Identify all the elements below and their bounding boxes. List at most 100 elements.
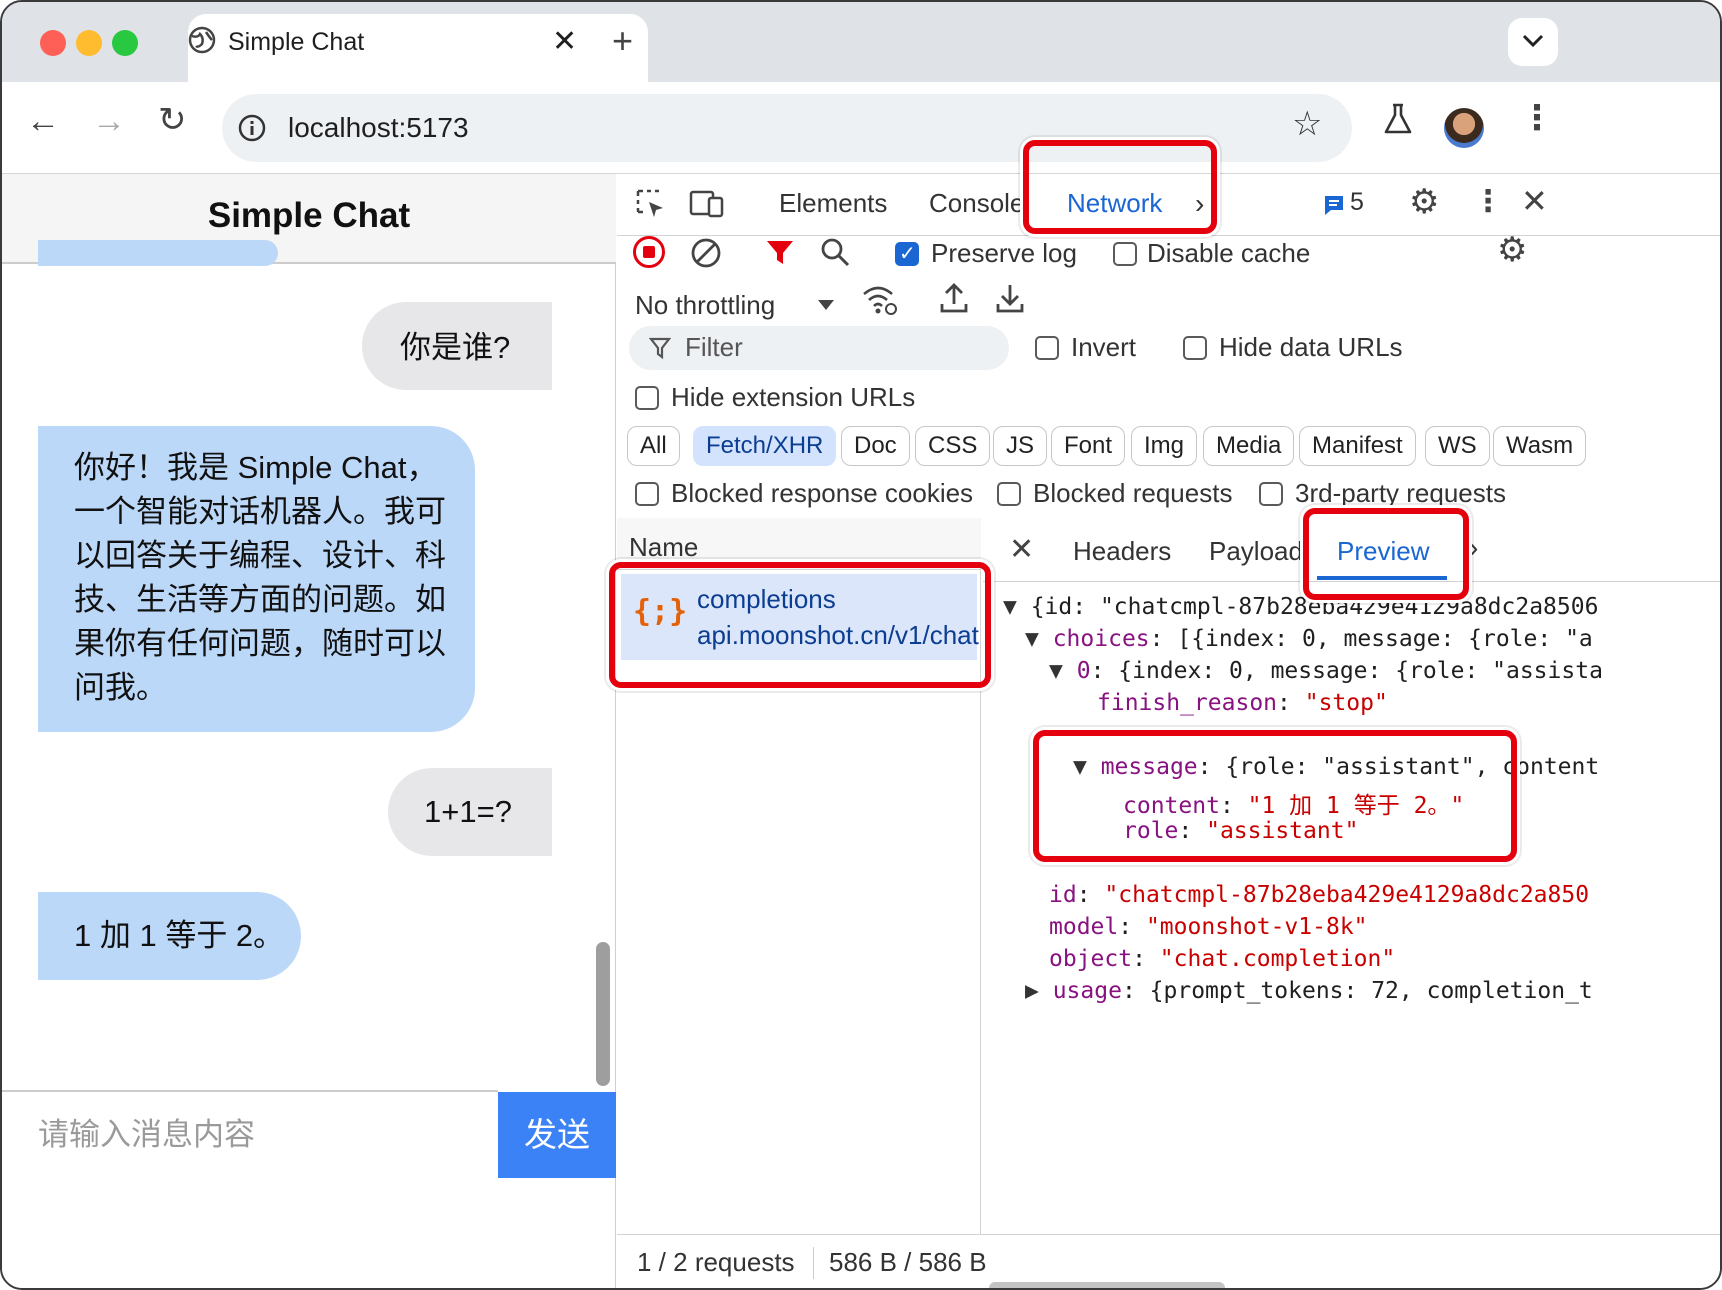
blocked-response-cookies-label: Blocked response cookies bbox=[671, 478, 974, 508]
request-detail-pane: ✕ Headers Payload Preview › ▼ {id: "chat… bbox=[983, 518, 1720, 1234]
browser-tab[interactable]: Simple Chat ✕ bbox=[188, 14, 648, 82]
type-filter-img[interactable]: Img bbox=[1131, 426, 1198, 466]
assistant-message: 你好！我是 Simple Chat， 一个智能对话机器人。我可 以回答关于编程、… bbox=[38, 426, 475, 732]
reload-icon[interactable]: ↻ bbox=[158, 100, 187, 140]
tab-console[interactable]: Console bbox=[929, 188, 1024, 219]
type-filter-all[interactable]: All bbox=[627, 426, 680, 466]
send-button[interactable]: 发送 bbox=[498, 1092, 616, 1178]
status-divider bbox=[813, 1247, 814, 1279]
bookmark-star-icon[interactable]: ☆ bbox=[1292, 104, 1322, 144]
assistant-message-line: 一个智能对话机器人。我可 bbox=[74, 494, 446, 529]
filter-funnel-icon[interactable] bbox=[765, 238, 795, 268]
new-tab-button[interactable]: + bbox=[612, 20, 633, 62]
tab-strip: Simple Chat ✕ + bbox=[2, 2, 1720, 82]
close-detail-icon[interactable]: ✕ bbox=[1009, 532, 1034, 567]
assistant-message-line: 你好！我是 Simple Chat， bbox=[74, 450, 438, 485]
network-settings-gear-icon[interactable]: ⚙ bbox=[1497, 230, 1527, 270]
type-filter-ws[interactable]: WS bbox=[1425, 426, 1490, 466]
assistant-message-line: 技、生活等方面的问题。如 bbox=[74, 582, 446, 617]
hide-data-urls-label: Hide data URLs bbox=[1219, 332, 1403, 362]
devtools-more-icon[interactable]: ⋮ bbox=[1473, 184, 1503, 219]
clear-log-icon[interactable] bbox=[689, 236, 723, 270]
hide-extension-urls-checkbox[interactable] bbox=[635, 386, 659, 410]
filter-icon bbox=[649, 337, 671, 360]
more-menu-icon[interactable]: ⋮ bbox=[1520, 98, 1554, 138]
tab-headers[interactable]: Headers bbox=[1073, 536, 1171, 567]
device-toolbar-icon[interactable] bbox=[689, 188, 725, 220]
request-row-highlight bbox=[609, 562, 991, 688]
preview-tab-highlight bbox=[1303, 508, 1469, 600]
preview-object-line: object: "chat.completion" bbox=[1049, 946, 1396, 972]
url-text: localhost:5173 bbox=[288, 112, 469, 143]
browser-toolbar: ← → ↻ localhost:5173 ☆ ⋮ bbox=[2, 82, 1720, 174]
preview-finish-reason-line: finish_reason: "stop" bbox=[1097, 690, 1388, 716]
maximize-window-button[interactable] bbox=[112, 30, 138, 56]
user-message: 你是谁? bbox=[362, 302, 552, 390]
tab-elements[interactable]: Elements bbox=[779, 188, 887, 219]
type-filter-doc[interactable]: Doc bbox=[841, 426, 910, 466]
profile-avatar[interactable] bbox=[1444, 108, 1484, 148]
type-filter-font[interactable]: Font bbox=[1051, 426, 1126, 466]
type-filter-js[interactable]: JS bbox=[993, 426, 1048, 466]
message-input[interactable] bbox=[2, 1092, 498, 1178]
transfer-size: 586 B / 586 B bbox=[829, 1247, 987, 1277]
stop-recording-button[interactable] bbox=[633, 236, 665, 268]
type-filter-fetch-xhr[interactable]: Fetch/XHR bbox=[693, 426, 837, 466]
issues-count[interactable]: 5 bbox=[1350, 188, 1364, 217]
chat-app: Simple Chat 你是谁? 你好！我是 Simple Chat， 一个智能… bbox=[2, 174, 616, 1288]
preview-model-line: model: "moonshot-v1-8k" bbox=[1049, 914, 1368, 940]
network-conditions-icon[interactable] bbox=[861, 282, 899, 316]
tab-payload[interactable]: Payload bbox=[1209, 536, 1303, 567]
assistant-message-line: 果你有任何问题，随时可以 bbox=[74, 626, 446, 661]
preserve-log-checkbox[interactable] bbox=[895, 241, 919, 266]
type-filter-manifest[interactable]: Manifest bbox=[1299, 426, 1416, 466]
hide-data-urls-checkbox[interactable] bbox=[1183, 336, 1207, 360]
third-party-requests-label: 3rd-party requests bbox=[1295, 478, 1506, 508]
user-message-text: 1+1=? bbox=[424, 794, 512, 829]
preview-root-line[interactable]: ▼ {id: "chatcmpl-87b28eba429e4129a8dc2a8… bbox=[1003, 594, 1598, 620]
site-info-icon[interactable] bbox=[238, 114, 266, 142]
close-devtools-icon[interactable]: ✕ bbox=[1521, 182, 1548, 220]
hide-extension-urls-label: Hide extension URLs bbox=[671, 382, 916, 412]
type-filter-css[interactable]: CSS bbox=[915, 426, 991, 466]
labs-flask-icon[interactable] bbox=[1382, 102, 1414, 136]
type-filter-wasm[interactable]: Wasm bbox=[1493, 426, 1587, 466]
blocked-response-cookies-checkbox[interactable] bbox=[635, 482, 659, 506]
browser-window: Simple Chat ✕ + ← → ↻ localhost:5173 ☆ ⋮ bbox=[0, 0, 1722, 1290]
forward-arrow-icon[interactable]: → bbox=[92, 102, 126, 141]
issues-icon[interactable] bbox=[1323, 194, 1345, 216]
tab-search-button[interactable] bbox=[1508, 18, 1558, 66]
preview-horizontal-scrollbar[interactable] bbox=[989, 1282, 1225, 1288]
filter-input-box[interactable]: Filter bbox=[629, 326, 1009, 370]
inspect-element-icon[interactable] bbox=[635, 188, 667, 220]
preview-item0-line[interactable]: ▼ 0: {index: 0, message: {role: "assista bbox=[1049, 658, 1603, 684]
request-count: 1 / 2 requests bbox=[637, 1247, 795, 1277]
back-arrow-icon[interactable]: ← bbox=[26, 102, 60, 141]
message-input-container bbox=[2, 1090, 498, 1178]
preview-usage-line[interactable]: ▶ usage: {prompt_tokens: 72, completion_… bbox=[1025, 978, 1593, 1004]
invert-checkbox[interactable] bbox=[1035, 336, 1059, 360]
close-window-button[interactable] bbox=[40, 30, 66, 56]
close-tab-icon[interactable]: ✕ bbox=[552, 24, 577, 59]
network-tab-highlight bbox=[1023, 140, 1217, 234]
preview-choices-line[interactable]: ▼ choices: [{index: 0, message: {role: "… bbox=[1025, 626, 1593, 652]
assistant-message-line: 问我。 bbox=[74, 670, 167, 705]
search-icon[interactable] bbox=[819, 236, 851, 268]
minimize-window-button[interactable] bbox=[76, 30, 102, 56]
preserve-log-label: Preserve log bbox=[931, 238, 1077, 268]
type-filter-media[interactable]: Media bbox=[1203, 426, 1295, 466]
chat-scrollbar[interactable] bbox=[596, 942, 610, 1086]
throttling-select[interactable]: No throttling bbox=[635, 290, 775, 321]
dropdown-arrow-icon[interactable] bbox=[817, 298, 835, 312]
user-message: 1+1=? bbox=[388, 768, 552, 856]
blocked-requests-checkbox[interactable] bbox=[997, 482, 1021, 506]
message-bubble-partial bbox=[38, 240, 278, 266]
export-har-icon[interactable] bbox=[995, 282, 1025, 314]
assistant-message-line: 以回答关于编程、设计、科 bbox=[74, 538, 446, 573]
third-party-requests-checkbox[interactable] bbox=[1259, 482, 1283, 506]
disable-cache-checkbox[interactable] bbox=[1113, 242, 1137, 266]
import-har-icon[interactable] bbox=[939, 282, 969, 314]
more-detail-tabs-chevron-icon[interactable]: › bbox=[1469, 532, 1478, 564]
settings-gear-icon[interactable]: ⚙ bbox=[1409, 182, 1439, 222]
user-message-text: 你是谁? bbox=[400, 330, 511, 365]
